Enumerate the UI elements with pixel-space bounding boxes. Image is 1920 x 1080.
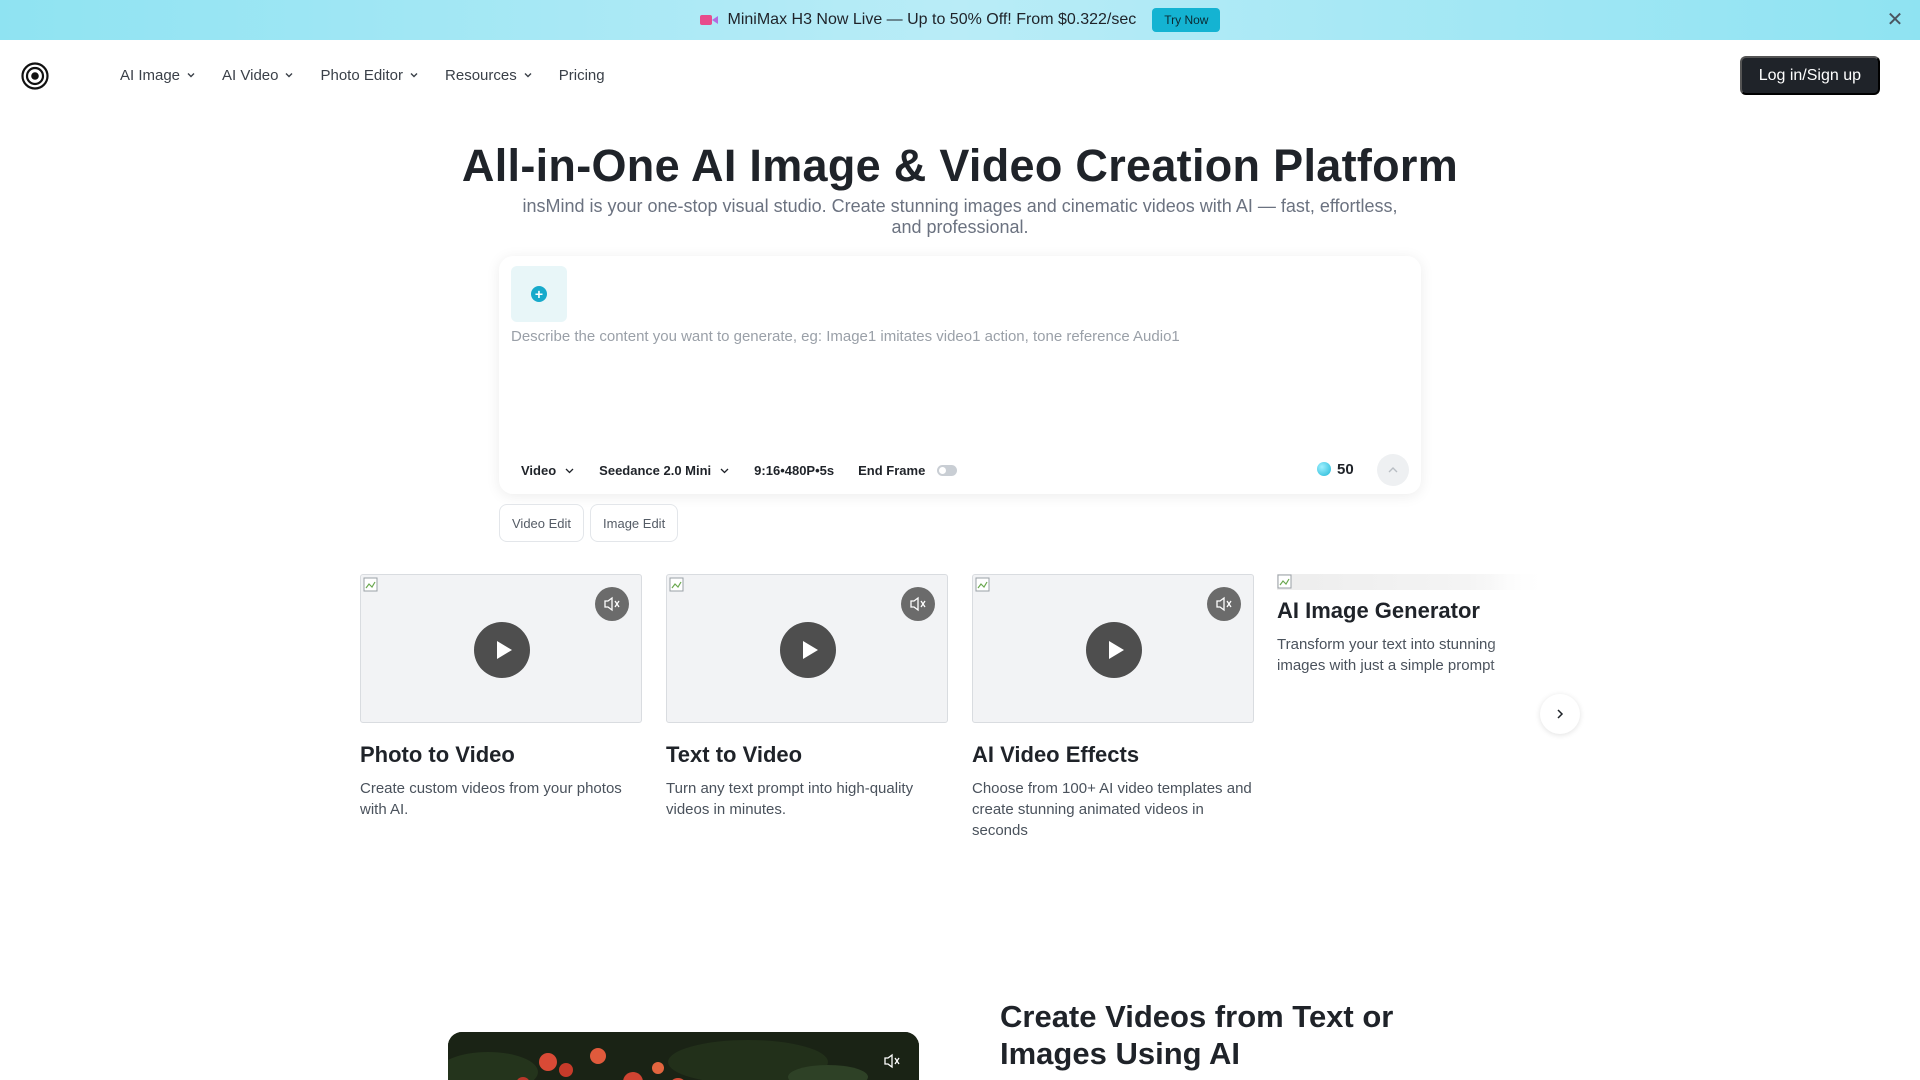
chevron-down-icon — [524, 73, 532, 78]
chip-image-edit[interactable]: Image Edit — [590, 504, 679, 542]
nav-item-photo-editor[interactable]: Photo Editor — [320, 67, 419, 84]
card-description: Transform your text into stunning images… — [1277, 636, 1496, 674]
nav-item-resources[interactable]: Resources — [445, 67, 533, 84]
page-title: All-in-One AI Image & Video Creation Pla… — [461, 140, 1459, 191]
mute-icon[interactable] — [901, 587, 935, 621]
end-frame-label: End Frame — [858, 462, 926, 478]
prompt-toolbar: Video Seedance 2.0 Mini 9:16•480P•5s End… — [521, 460, 958, 480]
video-thumbnail[interactable] — [972, 574, 1254, 723]
credits-display: 50 — [1309, 454, 1362, 484]
image-thumbnail — [1277, 574, 1547, 590]
broken-image-icon — [1277, 574, 1292, 589]
mute-icon[interactable] — [1207, 587, 1241, 621]
model-label: Seedance 2.0 Mini — [599, 462, 712, 478]
mode-label: Video — [521, 462, 557, 478]
chevron-down-icon — [410, 73, 418, 78]
card-title: Photo to Video — [360, 742, 515, 767]
login-signup-button[interactable]: Log in/Sign up — [1739, 56, 1880, 95]
chevron-right-icon — [1557, 709, 1564, 719]
section-title: Create Videos from Text or Images Using … — [1000, 999, 1394, 1071]
promo-banner: MiniMax H3 Now Live — Up to 50% Off! Fro… — [0, 0, 1920, 40]
plus-circle-icon: + — [531, 286, 547, 302]
top-navigation: AI Image AI Video Photo Editor Resources… — [0, 40, 1920, 110]
nav-item-label: Resources — [445, 66, 517, 84]
video-settings-button[interactable]: 9:16•480P•5s — [754, 463, 834, 478]
nav-item-ai-image[interactable]: AI Image — [120, 67, 196, 84]
mute-icon[interactable] — [595, 587, 629, 621]
nav-item-ai-video[interactable]: AI Video — [222, 67, 294, 84]
close-icon[interactable]: ✕ — [1884, 9, 1906, 31]
card-description: Choose from 100+ AI video templates and … — [972, 780, 1252, 839]
promo-text: MiniMax H3 Now Live — Up to 50% Off! Fro… — [727, 11, 1137, 28]
page-subtitle: insMind is your one-stop visual studio. … — [522, 196, 1398, 237]
credits-value: 50 — [1337, 460, 1354, 478]
broken-image-icon — [975, 577, 990, 592]
try-now-button[interactable]: Try Now — [1152, 8, 1221, 32]
play-icon[interactable] — [474, 622, 530, 678]
feature-card-ai-video-effects[interactable]: AI Video Effects Choose from 100+ AI vid… — [972, 574, 1254, 841]
model-select[interactable]: Seedance 2.0 Mini — [599, 463, 730, 478]
carousel-next-button[interactable] — [1540, 694, 1580, 734]
card-description: Create custom videos from your photos wi… — [360, 780, 622, 818]
nav-item-pricing[interactable]: Pricing — [559, 67, 605, 84]
nav-item-label: Pricing — [558, 66, 605, 84]
upload-media-button[interactable]: + — [511, 266, 567, 322]
card-title: AI Video Effects — [972, 742, 1140, 767]
showcase-video[interactable] — [448, 1032, 919, 1080]
video-settings-label: 9:16•480P•5s — [754, 462, 835, 478]
feature-card-text-to-video[interactable]: Text to Video Turn any text prompt into … — [666, 574, 948, 820]
nav-item-label: Photo Editor — [320, 66, 404, 84]
feature-card-ai-image-generator[interactable]: AI Image Generator Transform your text i… — [1277, 574, 1547, 704]
credit-drop-icon — [1317, 462, 1331, 476]
prompt-card: + Video Seedance 2.0 Mini 9:16•480P•5s E… — [499, 256, 1421, 494]
nav-item-label: AI Video — [222, 66, 279, 84]
play-icon[interactable] — [1086, 622, 1142, 678]
edit-chips: Video Edit Image Edit — [499, 504, 679, 542]
feature-card-photo-to-video[interactable]: Photo to Video Create custom videos from… — [360, 574, 642, 820]
play-icon[interactable] — [780, 622, 836, 678]
spiral-logo-icon[interactable] — [21, 62, 49, 90]
broken-image-icon — [363, 577, 378, 592]
nav-menu: AI Image AI Video Photo Editor Resources… — [120, 40, 605, 110]
prompt-input[interactable] — [511, 328, 1401, 418]
nav-item-label: AI Image — [120, 66, 181, 84]
chevron-down-icon — [187, 73, 195, 78]
card-description: Turn any text prompt into high-quality v… — [666, 780, 914, 818]
video-camera-icon — [699, 15, 718, 25]
video-thumbnail[interactable] — [360, 574, 642, 723]
chevron-down-icon — [720, 468, 729, 473]
flower-image — [448, 1032, 919, 1080]
card-title: Text to Video — [666, 742, 803, 767]
card-title: AI Image Generator — [1277, 598, 1480, 623]
chevron-down-icon — [565, 468, 574, 473]
end-frame-control: End Frame — [858, 462, 958, 478]
broken-image-icon — [669, 577, 684, 592]
mute-icon[interactable] — [879, 1048, 905, 1074]
generate-button[interactable] — [1377, 454, 1409, 486]
end-frame-toggle[interactable] — [937, 464, 958, 476]
chevron-down-icon — [285, 73, 293, 78]
video-thumbnail[interactable] — [666, 574, 948, 723]
chip-video-edit[interactable]: Video Edit — [499, 504, 585, 542]
mode-select[interactable]: Video — [521, 463, 575, 478]
chevron-up-icon — [1388, 467, 1398, 473]
